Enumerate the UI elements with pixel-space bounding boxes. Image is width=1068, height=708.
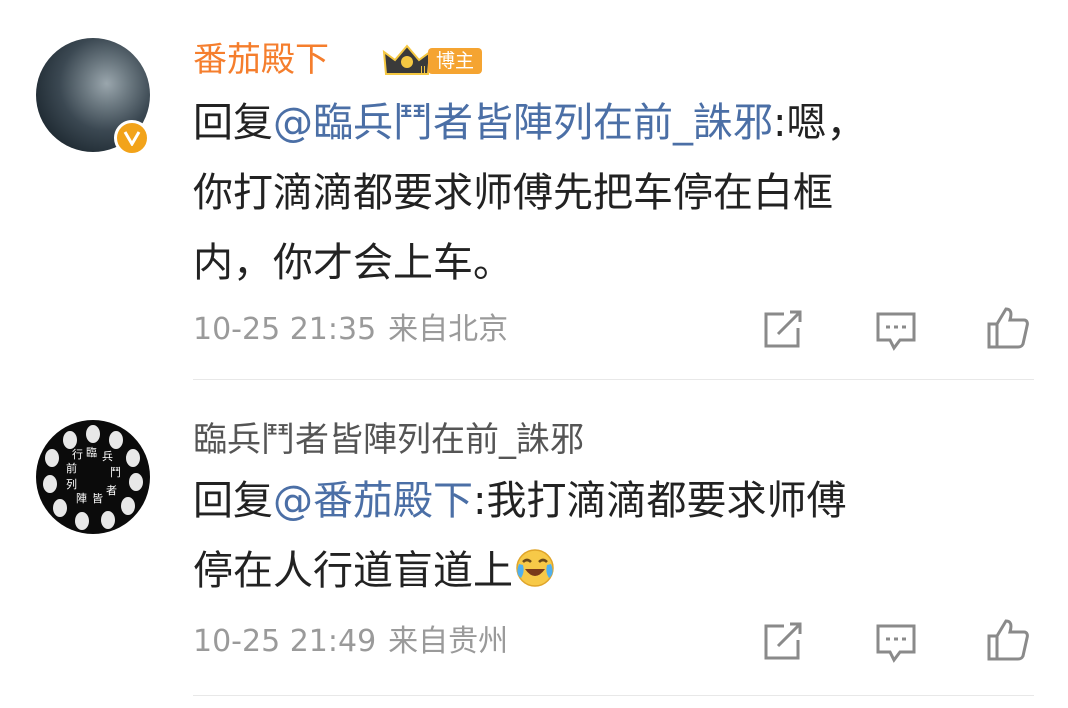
like-icon[interactable] bbox=[986, 618, 1030, 662]
comment-item: 臨 兵 鬥 者 皆 陣 列 前 行 臨兵鬥者皆陣列在前_誅邪 回复@番茄殿下:我… bbox=[0, 0, 1068, 708]
svg-text:行: 行 bbox=[72, 448, 83, 461]
comment-text-rest: :我打滴滴都要求师傅 bbox=[473, 478, 847, 524]
svg-text:兵: 兵 bbox=[102, 450, 113, 463]
username[interactable]: 臨兵鬥者皆陣列在前_誅邪 bbox=[193, 420, 584, 460]
comment-text: 回复@番茄殿下:我打滴滴都要求师傅 停在人行道盲道上 bbox=[193, 466, 1033, 606]
laugh-cry-emoji bbox=[516, 549, 554, 587]
svg-text:列: 列 bbox=[66, 477, 77, 491]
reply-prefix: 回复 bbox=[193, 478, 273, 524]
svg-text:臨: 臨 bbox=[86, 446, 97, 459]
svg-text:鬥: 鬥 bbox=[110, 466, 121, 479]
timestamp: 10-25 21:49 bbox=[193, 624, 377, 659]
comment-text-rest: 停在人行道盲道上 bbox=[193, 548, 513, 594]
location: 来自贵州 bbox=[388, 624, 509, 659]
share-icon[interactable] bbox=[760, 620, 804, 664]
avatar[interactable]: 臨 兵 鬥 者 皆 陣 列 前 行 bbox=[36, 420, 150, 534]
svg-text:前: 前 bbox=[66, 461, 77, 475]
comment-meta: 10-25 21:49 来自贵州 bbox=[193, 624, 508, 660]
divider bbox=[193, 695, 1034, 696]
svg-text:者: 者 bbox=[106, 484, 117, 497]
mention-link[interactable]: @番茄殿下 bbox=[273, 478, 473, 524]
avatar-image: 臨 兵 鬥 者 皆 陣 列 前 行 bbox=[36, 420, 150, 534]
comment-line: 回复@番茄殿下:我打滴滴都要求师傅 bbox=[193, 466, 1033, 536]
svg-text:皆: 皆 bbox=[92, 492, 103, 505]
comment-icon[interactable] bbox=[874, 620, 918, 664]
svg-text:陣: 陣 bbox=[76, 492, 87, 505]
comment-line: 停在人行道盲道上 bbox=[193, 536, 1033, 606]
